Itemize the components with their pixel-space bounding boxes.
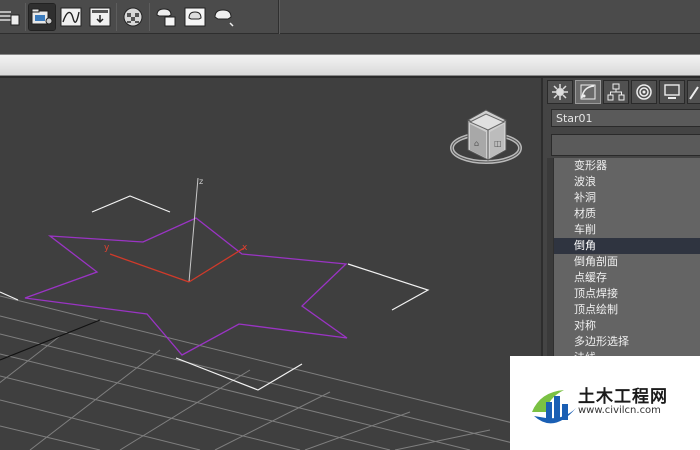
toolbar-end-separator [278,0,280,34]
modifier-item[interactable]: 波浪 [554,174,700,190]
gizmo-x-axis [188,247,245,283]
utilities-icon [689,86,699,100]
selection-bracket [0,195,430,391]
material-editor-icon [123,7,143,27]
home-grid [0,295,541,450]
command-panel-tabs [547,80,700,106]
modifier-item[interactable]: 倒角剖面 [554,254,700,270]
render-setup-icon [156,8,176,27]
modifier-item[interactable]: 点缓存 [554,270,700,286]
axis-label-z: z [199,177,203,186]
object-name-field[interactable] [551,109,700,127]
gizmo-z-axis [188,177,199,283]
modifier-item[interactable]: 补洞 [554,190,700,206]
tab-utilities[interactable] [687,80,700,104]
toolbar-separator [116,3,117,31]
schematic-view-icon [89,7,111,27]
hierarchy-icon [607,83,625,101]
scene-explorer-icon [31,8,53,25]
display-icon [664,84,680,99]
modifier-item[interactable]: 顶点焊接 [554,286,700,302]
perspective-viewport[interactable]: z y x ⌂ ◫ [0,78,541,450]
tab-display[interactable] [659,80,685,104]
render-production-icon [214,9,234,27]
tab-hierarchy[interactable] [603,80,629,104]
render-setup-button[interactable] [153,4,179,30]
modifier-item[interactable]: 材质 [554,206,700,222]
modifier-item[interactable]: 对称 [554,318,700,334]
axis-label-x: x [242,243,248,253]
material-editor-button[interactable] [120,4,146,30]
render-production-button[interactable] [211,4,237,30]
toolbar-separator [149,3,150,31]
modifier-item[interactable]: 顶点绘制 [554,302,700,318]
svg-text:◫: ◫ [494,139,502,148]
watermark-site-url: www.civilcn.com [578,405,661,416]
modifier-item-selected[interactable]: 倒角 [554,238,700,254]
layer-list-button[interactable] [0,4,22,30]
tab-create[interactable] [547,80,573,104]
toolbar-group [0,0,237,34]
svg-text:⌂: ⌂ [474,139,479,148]
watermark-logo-icon [532,390,576,424]
tab-motion[interactable] [631,80,657,104]
tab-modify[interactable] [575,80,601,104]
main-toolbar [0,0,700,34]
rendered-frame-window-button[interactable] [182,4,208,30]
scene-explorer-button[interactable] [28,3,56,31]
watermark-site-name: 土木工程网 [578,387,668,407]
modifier-item[interactable]: 多边形选择 [554,334,700,350]
schematic-view-button[interactable] [87,4,113,30]
rendered-frame-window-icon [184,7,206,27]
modify-icon [580,84,596,100]
gizmo-y-axis [109,253,190,283]
modifier-item[interactable]: 变形器 [554,158,700,174]
create-icon [552,84,568,100]
axis-label-y: y [104,243,110,253]
modifier-item[interactable]: 车削 [554,222,700,238]
toolbar-gap [0,34,700,54]
modifier-list-dropdown[interactable] [551,134,700,156]
grid-axis-line [0,319,101,361]
toolbar-separator [25,3,26,31]
curve-editor-button[interactable] [58,4,84,30]
ribbon-bar[interactable] [0,54,700,76]
view-cube-icon: ⌂ ◫ [450,109,522,164]
motion-icon [636,84,652,100]
curve-editor-icon [60,7,82,27]
viewport-scene: z y x ⌂ ◫ [0,109,541,450]
app-window: z y x ⌂ ◫ Star01 变形器 波浪 补洞 材质 车削 倒角 倒角剖面… [0,0,700,450]
layer-list-icon [0,11,20,26]
